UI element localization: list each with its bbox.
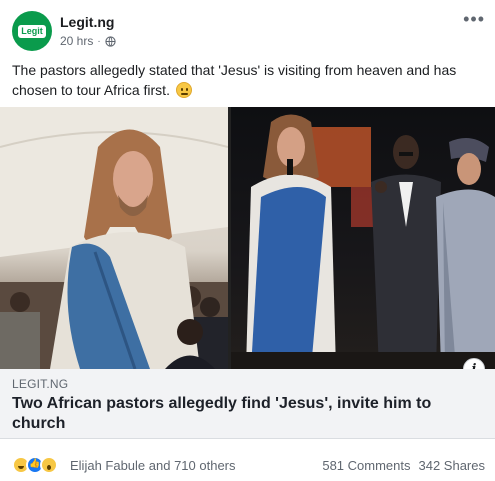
post-timestamp[interactable]: 20 hrs bbox=[60, 34, 93, 48]
smile-emoji-icon bbox=[175, 82, 192, 98]
reaction-icons[interactable] bbox=[12, 456, 58, 474]
meta-separator: · bbox=[97, 35, 101, 47]
page-avatar[interactable]: Legit bbox=[12, 11, 52, 51]
engagement-bar: Elijah Fabule and 710 others 581 Comment… bbox=[0, 446, 495, 481]
engagement-counts: 581 Comments 342 Shares bbox=[322, 458, 485, 473]
photo-right-illustration bbox=[231, 114, 495, 369]
caption-text: The pastors allegedly stated that 'Jesus… bbox=[12, 62, 457, 98]
globe-icon[interactable] bbox=[105, 35, 116, 47]
post-meta: 20 hrs · bbox=[60, 34, 116, 48]
shares-count[interactable]: 342 Shares bbox=[419, 458, 486, 473]
wow-reaction-icon bbox=[40, 456, 58, 474]
link-preview[interactable]: LEGIT.NG Two African pastors allegedly f… bbox=[0, 369, 495, 439]
more-options-icon[interactable]: ••• bbox=[463, 10, 485, 28]
photo-right-stage bbox=[231, 107, 495, 369]
page-name-link[interactable]: Legit.ng bbox=[60, 14, 114, 30]
facebook-post: Legit Legit.ng 20 hrs · ••• The pastors … bbox=[0, 0, 495, 481]
avatar-logo-text: Legit bbox=[18, 24, 46, 38]
post-image[interactable]: i bbox=[0, 107, 495, 369]
photo-left-illustration bbox=[0, 107, 228, 369]
photo-left-man-in-robe bbox=[0, 107, 228, 369]
comments-count[interactable]: 581 Comments bbox=[322, 458, 410, 473]
reactors-summary[interactable]: Elijah Fabule and 710 others bbox=[70, 458, 236, 473]
link-title[interactable]: Two African pastors allegedly find 'Jesu… bbox=[12, 394, 452, 434]
post-caption: The pastors allegedly stated that 'Jesus… bbox=[12, 60, 482, 100]
link-domain: LEGIT.NG bbox=[12, 377, 69, 391]
